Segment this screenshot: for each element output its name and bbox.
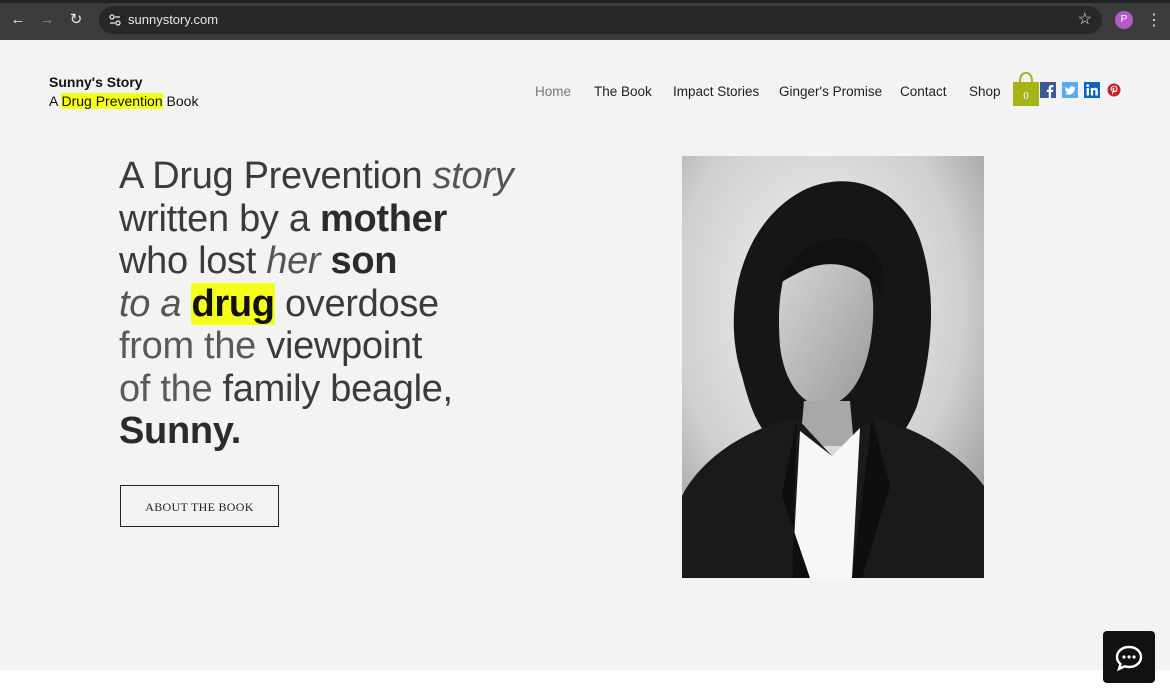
hero-text: who lost	[119, 240, 267, 282]
hero-line-1: A Drug Prevention story	[119, 155, 589, 198]
address-bar[interactable]: sunnystory.com ☆	[99, 6, 1102, 34]
url-text[interactable]: sunnystory.com	[128, 12, 218, 27]
site-tagline: A Drug Prevention Book	[49, 93, 198, 109]
hero-text: from the	[119, 325, 267, 367]
hero-text: written by a	[119, 197, 320, 240]
hero-text: viewpoint	[266, 325, 422, 367]
author-portrait-photo	[682, 156, 984, 578]
hero-line-4: to a drug overdose	[119, 282, 589, 326]
tab-strip	[0, 0, 1170, 3]
nav-home[interactable]: Home	[535, 84, 571, 99]
profile-avatar[interactable]: P	[1115, 11, 1133, 29]
reload-icon[interactable]: ↻	[66, 10, 86, 30]
hero-line-7: Sunny.	[119, 410, 589, 453]
chat-bubble-icon	[1115, 645, 1143, 672]
hero-text: mother	[319, 197, 447, 240]
tagline-highlight: Drug Prevention	[61, 93, 163, 109]
hero-text: family beagle,	[222, 367, 454, 410]
hero-headline: A Drug Prevention story written by a mot…	[119, 155, 589, 453]
nav-shop[interactable]: Shop	[969, 84, 1001, 99]
back-icon[interactable]: ←	[8, 10, 28, 30]
pinterest-icon[interactable]	[1106, 82, 1122, 98]
hero-text: overdose	[274, 282, 439, 325]
cart-count: 0	[1023, 90, 1029, 102]
hero-text: her	[266, 240, 321, 282]
nav-contact[interactable]: Contact	[900, 84, 947, 99]
page-footer-strip	[0, 670, 1170, 700]
tagline-suffix: Book	[162, 93, 199, 109]
site-settings-icon[interactable]	[105, 10, 125, 30]
hero-line-3: who lost her son	[119, 240, 589, 283]
about-the-book-button[interactable]: ABOUT THE BOOK	[120, 485, 279, 527]
twitter-icon[interactable]	[1062, 82, 1078, 98]
browser-toolbar: ← → ↻ sunnystory.com ☆ P ⋮	[0, 0, 1170, 40]
hero-text: A Drug Prevention	[119, 155, 433, 197]
browser-menu-icon[interactable]: ⋮	[1146, 10, 1162, 30]
linkedin-icon[interactable]	[1084, 82, 1100, 98]
hero-text: story	[432, 155, 514, 197]
tagline-prefix: A	[49, 93, 62, 109]
hero-text: to a	[119, 282, 192, 325]
shopping-bag-icon[interactable]: 0	[1012, 72, 1040, 106]
bookmark-star-icon[interactable]: ☆	[1078, 9, 1092, 29]
facebook-icon[interactable]	[1040, 82, 1056, 98]
forward-icon[interactable]: →	[37, 10, 57, 30]
page-content: Sunny's Story A Drug Prevention Book Hom…	[0, 40, 1170, 670]
hero-highlight-drug: drug	[191, 282, 275, 325]
hero-line-5: from the viewpoint	[119, 325, 589, 368]
site-title[interactable]: Sunny's Story	[49, 74, 143, 90]
nav-gingers-promise[interactable]: Ginger's Promise	[779, 84, 882, 99]
hero-text: of the	[119, 367, 223, 410]
hero-line-2: written by a mother	[119, 198, 589, 241]
hero-text: son	[320, 240, 398, 282]
chat-widget-button[interactable]	[1103, 631, 1155, 683]
hero-text: Sunny.	[119, 410, 242, 452]
nav-the-book[interactable]: The Book	[594, 84, 652, 99]
nav-impact-stories[interactable]: Impact Stories	[673, 84, 759, 99]
hero-line-6: of the family beagle,	[119, 368, 589, 411]
